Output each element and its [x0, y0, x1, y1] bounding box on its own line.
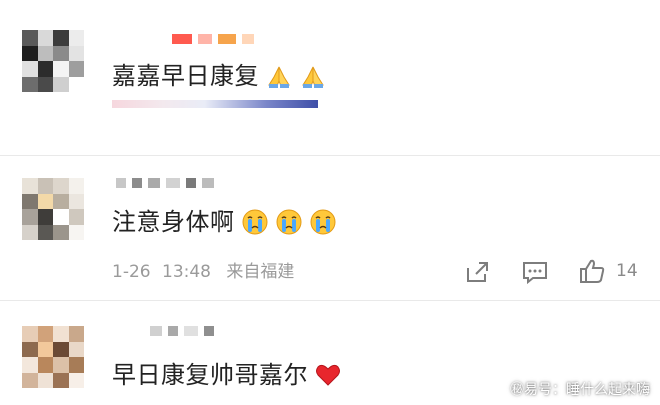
- comment-feed: 嘉嘉早日康复 注意身体啊 1-26 13:48 来自福建 14 早日康复帅哥嘉尔…: [0, 0, 660, 405]
- crying-face-icon: [242, 209, 267, 235]
- comment-icon: [523, 262, 547, 285]
- crying-face-icon: [310, 209, 335, 235]
- blurred-content-strip: [112, 100, 318, 108]
- thumbs-up-icon: [580, 259, 605, 283]
- comment-text: 注意身体啊: [112, 206, 337, 238]
- divider: [0, 155, 660, 156]
- comment-content: 早日康复帅哥嘉尔: [112, 361, 308, 389]
- crying-face-icon: [276, 209, 301, 235]
- username-blurred[interactable]: [150, 326, 214, 336]
- avatar[interactable]: [22, 178, 84, 240]
- avatar[interactable]: [22, 30, 84, 92]
- comment-content: 嘉嘉早日康复: [112, 62, 259, 90]
- comment-button[interactable]: [521, 257, 549, 287]
- comment-meta: 1-26 13:48 来自福建: [112, 261, 294, 283]
- like-button[interactable]: 14: [578, 256, 638, 286]
- watermark: ㊙易号：睡什么起来嗨: [510, 382, 650, 398]
- folded-hands-icon: [268, 66, 290, 88]
- comment-text: 早日康复帅哥嘉尔: [112, 359, 342, 391]
- username-blurred[interactable]: [116, 178, 214, 188]
- share-button[interactable]: [464, 257, 490, 287]
- folded-hands-icon: [302, 66, 324, 88]
- avatar[interactable]: [22, 326, 84, 388]
- comment-content: 注意身体啊: [112, 208, 235, 236]
- comment-location: 来自福建: [226, 262, 295, 282]
- share-icon: [467, 262, 488, 282]
- heart-icon: [316, 364, 340, 386]
- like-count: 14: [616, 261, 638, 281]
- comment-time: 13:48: [162, 262, 211, 282]
- comment-date: 1-26: [112, 262, 151, 282]
- divider: [0, 300, 660, 301]
- comment-text: 嘉嘉早日康复: [112, 60, 327, 92]
- username-blurred[interactable]: [172, 34, 254, 44]
